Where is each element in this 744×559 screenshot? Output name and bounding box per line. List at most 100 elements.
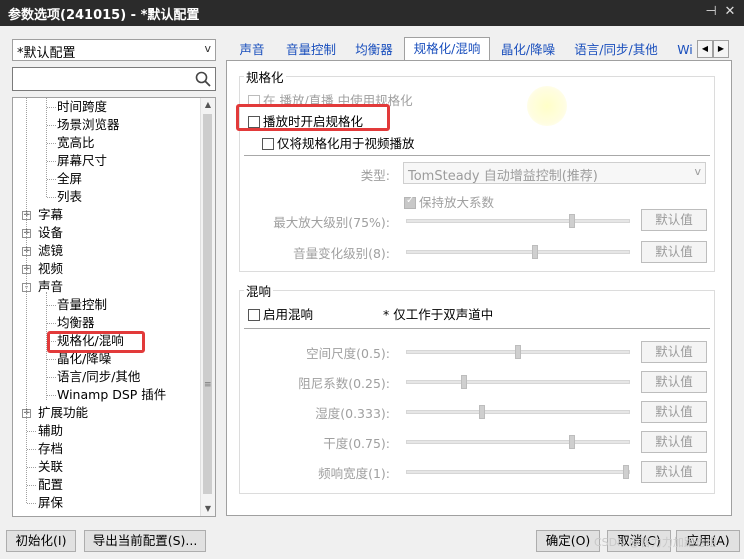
title-bar[interactable]: 参数选项(241015) - *默认配置 ⊣ ✕ [0,0,744,26]
tree-item[interactable]: 声音 [38,278,63,296]
enable-reverb-box [248,309,260,321]
tree-item[interactable]: 时间跨度 [57,98,107,116]
scroll-up-icon[interactable]: ▲ [201,98,215,112]
tree-item[interactable]: Winamp DSP 插件 [57,386,166,404]
slider-knob[interactable] [569,435,575,449]
settings-tree[interactable]: 时间跨度 场景浏览器 宽高比 屏幕尺寸 全屏 列表 字幕 + 设备 + 滤镜 + 视频 + 声音 - 音量控制均… [12,97,216,517]
video-only-checkbox[interactable]: 仅将规格化用于视频播放 [262,133,415,152]
slider-knob[interactable] [461,375,467,389]
chevron-down-icon: v [694,165,701,178]
slider-knob[interactable] [569,214,575,228]
tree-item[interactable]: 扩展功能 [38,404,88,422]
slider-knob[interactable] [479,405,485,419]
enable-reverb-label: 启用混响 [263,307,314,322]
tree-connector [46,98,47,197]
tree-connector [47,179,56,180]
tree-item[interactable]: 场景浏览器 [57,116,120,134]
profile-select[interactable]: *默认配置 v [12,39,216,61]
type-select[interactable]: TomSteady 自动增益控制(推荐) v [403,162,706,184]
reverb-param-default-button[interactable]: 默认值 [641,371,707,393]
tree-item[interactable]: 配置 [38,476,63,494]
max-gain-slider[interactable] [406,214,630,228]
tab[interactable]: 规格化/混响 [404,37,490,61]
tree-connector [47,143,56,144]
profile-select-value: *默认配置 [17,46,76,61]
tab-scroll-right-icon[interactable]: ▶ [713,40,729,58]
keep-gain-checkbox[interactable]: 保持放大系数 [404,192,494,211]
chevron-down-icon: v [204,42,211,55]
slider-knob[interactable] [532,245,538,259]
reverb-param-default-button[interactable]: 默认值 [641,431,707,453]
slider-knob[interactable] [623,465,629,479]
type-select-value: TomSteady 自动增益控制(推荐) [408,169,598,184]
tree-item[interactable]: 存档 [38,440,63,458]
cursor-highlight [527,86,567,126]
max-gain-default-button[interactable]: 默认值 [641,209,707,231]
keep-gain-box [404,195,416,209]
tab[interactable]: 晶化/降噪 [494,39,562,61]
highlight-tree-selection [47,331,145,353]
tree-item[interactable]: 屏幕尺寸 [57,152,107,170]
reverb-group-title: 混响 [244,281,274,300]
max-gain-label: 最大放大级别(75%): [273,215,390,230]
enable-reverb-checkbox[interactable]: 启用混响 [248,304,313,323]
tree-connector [47,107,56,108]
tree-item[interactable]: 语言/同步/其他 [57,368,140,386]
reverb-param-slider[interactable] [406,435,630,449]
reverb-param-slider[interactable] [406,465,630,479]
tree-item[interactable]: 辅助 [38,422,63,440]
volume-change-slider[interactable] [406,245,630,259]
volume-change-default-button[interactable]: 默认值 [641,241,707,263]
tab[interactable]: 均衡器 [350,39,398,61]
scroll-grip-icon: ≡ [204,380,212,390]
slider-knob[interactable] [515,345,521,359]
keep-gain-label: 保持放大系数 [419,195,495,210]
init-button[interactable]: 初始化(I) [6,530,76,552]
tree-item[interactable]: 屏保 [38,494,63,512]
search-input[interactable] [12,67,216,91]
tree-item[interactable]: 均衡器 [57,314,95,332]
reverb-param-default-button[interactable]: 默认值 [641,341,707,363]
tree-connector [47,305,56,306]
reverb-param-label: 阻尼系数(0.25): [298,376,390,391]
close-icon[interactable]: ✕ [722,4,738,20]
export-config-button[interactable]: 导出当前配置(S)... [84,530,206,552]
tree-item[interactable]: 宽高比 [57,134,95,152]
pin-icon[interactable]: ⊣ [703,4,719,20]
tree-item[interactable]: 字幕 [38,206,63,224]
tree-item[interactable]: 音量控制 [57,296,107,314]
tree-connector [27,503,36,504]
type-label: 类型: [360,168,390,183]
tree-connector [26,98,27,503]
reverb-param-label: 干度(0.75): [323,436,390,451]
tab[interactable]: 声音 [233,39,271,61]
reverb-param-slider[interactable] [406,375,630,389]
reverb-param-default-button[interactable]: 默认值 [641,461,707,483]
reverb-param-label: 湿度(0.333): [315,406,390,421]
tree-connector [47,395,56,396]
tree-scrollbar[interactable]: ▲ ≡ ▼ [200,98,215,516]
tree-item[interactable]: 列表 [57,188,82,206]
search-icon[interactable] [194,70,212,88]
scroll-thumb[interactable] [203,114,212,494]
tab-scroll-left-icon[interactable]: ◀ [697,40,713,58]
reverb-param-slider[interactable] [406,345,630,359]
tree-item[interactable]: 全屏 [57,170,82,188]
tree-item[interactable]: 关联 [38,458,63,476]
reverb-param-default-button[interactable]: 默认值 [641,401,707,423]
tree-item[interactable]: 滤镜 [38,242,63,260]
tree-connector [47,125,56,126]
tree-item[interactable]: 视频 [38,260,63,278]
tab[interactable]: 语言/同步/其他 [568,39,664,61]
tab[interactable]: 音量控制 [278,39,344,61]
tree-connector [27,485,36,486]
video-only-label: 仅将规格化用于视频播放 [277,136,415,151]
scroll-down-icon[interactable]: ▼ [201,502,215,516]
reverb-param-slider[interactable] [406,405,630,419]
tree-connector [47,323,56,324]
volume-change-label: 音量变化级别(8): [293,246,390,261]
ok-button[interactable]: 确定(O) [536,530,600,552]
tree-connector [47,161,56,162]
tab[interactable]: Wi [674,39,696,61]
tree-item[interactable]: 设备 [38,224,63,242]
